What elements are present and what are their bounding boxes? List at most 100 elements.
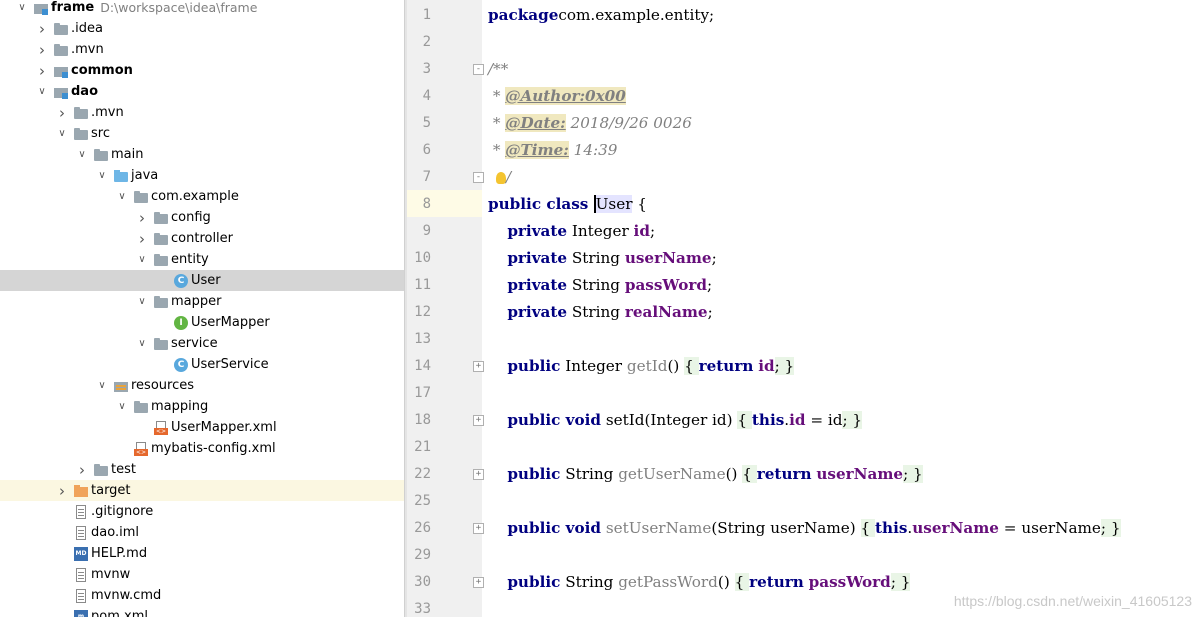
chevron-right-icon[interactable]: ›	[36, 41, 48, 59]
fold-expand-icon[interactable]: +	[473, 415, 484, 426]
tree-item[interactable]: ›mvnw	[0, 564, 404, 585]
chevron-down-icon[interactable]: ∨	[136, 338, 148, 349]
tree-item[interactable]: › controller	[0, 228, 404, 249]
tree-item[interactable]: ∨ mapping	[0, 396, 404, 417]
tree-item[interactable]: ∨ mapper	[0, 291, 404, 312]
fold-collapse-icon[interactable]: -	[473, 64, 484, 75]
code-token: 2018/9/26 0026	[565, 114, 692, 132]
chevron-down-icon[interactable]: ∨	[76, 149, 88, 160]
code-line[interactable]: * @Date: 2018/9/26 0026	[488, 110, 692, 137]
chevron-down-icon[interactable]: ∨	[56, 128, 68, 139]
folder-icon	[134, 190, 148, 204]
tree-item-label: UserMapper	[191, 315, 270, 330]
chevron-down-icon[interactable]: ∨	[116, 191, 128, 202]
chevron-right-icon[interactable]: ›	[36, 62, 48, 80]
code-line[interactable]: private String realName;	[488, 299, 712, 326]
tree-item[interactable]: › .mvn	[0, 39, 404, 60]
tree-item[interactable]: › target	[0, 480, 404, 501]
tree-item[interactable]: ∨ entity	[0, 249, 404, 270]
chevron-right-icon[interactable]: ›	[136, 230, 148, 248]
fold-expand-icon[interactable]: +	[473, 469, 484, 480]
code-token: public class	[488, 195, 594, 213]
tree-item[interactable]: ∨ src	[0, 123, 404, 144]
tree-item-label: com.example	[151, 189, 239, 204]
fold-expand-icon[interactable]: +	[473, 523, 484, 534]
code-token: return	[698, 357, 754, 375]
code-line[interactable]: /	[488, 164, 511, 191]
folder-icon	[154, 211, 168, 225]
chevron-down-icon[interactable]: ∨	[136, 296, 148, 307]
code-line[interactable]: /**	[488, 56, 508, 83]
code-line[interactable]: * @Time: 14:39	[488, 137, 617, 164]
tree-item[interactable]: ›UserMapper.xml	[0, 417, 404, 438]
lightbulb-icon[interactable]	[496, 172, 506, 184]
chevron-down-icon[interactable]: ∨	[116, 401, 128, 412]
tree-item[interactable]: › test	[0, 459, 404, 480]
code-line[interactable]: private Integer id;	[488, 218, 655, 245]
tree-item-label: .mvn	[91, 105, 124, 120]
code-token: getId	[626, 357, 668, 375]
code-line[interactable]: packagecom.example.entity;	[488, 2, 714, 29]
tree-item[interactable]: ›.gitignore	[0, 501, 404, 522]
chevron-right-icon[interactable]: ›	[56, 482, 68, 500]
code-line[interactable]: public void setId(Integer id) { this.id …	[488, 407, 863, 434]
code-token: {	[742, 465, 757, 483]
tree-item[interactable]: › config	[0, 207, 404, 228]
chevron-down-icon[interactable]: ∨	[96, 170, 108, 181]
tree-item[interactable]: ›dao.iml	[0, 522, 404, 543]
code-token: public	[507, 357, 561, 375]
code-line[interactable]: * @Author:0x00	[488, 83, 626, 110]
tree-item[interactable]: ›MDHELP.md	[0, 543, 404, 564]
chevron-right-icon[interactable]: ›	[136, 209, 148, 227]
folder-icon	[154, 337, 168, 351]
tree-item[interactable]: ∨ resources	[0, 375, 404, 396]
fold-expand-icon[interactable]: +	[473, 361, 484, 372]
code-token: ; }	[890, 573, 911, 591]
tree-item[interactable]: › common	[0, 60, 404, 81]
code-line[interactable]: private String userName;	[488, 245, 716, 272]
chevron-right-icon[interactable]: ›	[36, 20, 48, 38]
code-line[interactable]: public String getUserName() { return use…	[488, 461, 923, 488]
code-token: /	[506, 168, 512, 186]
folder-icon	[74, 106, 88, 120]
code-line[interactable]: public Integer getId() { return id; }	[488, 353, 795, 380]
chevron-down-icon[interactable]: ∨	[96, 380, 108, 391]
tree-item[interactable]: ∨ main	[0, 144, 404, 165]
chevron-down-icon[interactable]: ∨	[16, 2, 28, 13]
class-icon: C	[174, 273, 188, 288]
tree-item-label: UserMapper.xml	[171, 420, 277, 435]
tree-item[interactable]: ∨ service	[0, 333, 404, 354]
chevron-right-icon[interactable]: ›	[56, 104, 68, 122]
code-token: Integer	[560, 357, 627, 375]
tree-item[interactable]: › .idea	[0, 18, 404, 39]
fold-collapse-icon[interactable]: -	[473, 172, 484, 183]
tree-item[interactable]: ∨ dao	[0, 81, 404, 102]
tree-item[interactable]: ∨ com.example	[0, 186, 404, 207]
chevron-down-icon[interactable]: ∨	[136, 254, 148, 265]
chevron-down-icon[interactable]: ∨	[36, 86, 48, 97]
tree-item[interactable]: ∨ java	[0, 165, 404, 186]
chevron-right-icon[interactable]: ›	[76, 461, 88, 479]
code-token: String	[567, 303, 625, 321]
tree-item[interactable]: ›mybatis-config.xml	[0, 438, 404, 459]
code-line[interactable]: public class User {	[488, 191, 647, 218]
code-token: {	[737, 411, 752, 429]
tree-item[interactable]: ›IUserMapper	[0, 312, 404, 333]
code-token: String	[567, 249, 625, 267]
code-token: = userName	[998, 519, 1101, 537]
tree-item[interactable]: › .mvn	[0, 102, 404, 123]
code-token: User	[593, 195, 633, 213]
code-token: ()	[667, 357, 685, 375]
tree-item[interactable]: ›CUser	[0, 270, 404, 291]
code-line[interactable]: public String getPassWord() { return pas…	[488, 569, 911, 596]
tree-item[interactable]: ›CUserService	[0, 354, 404, 375]
interface-icon: I	[174, 315, 188, 330]
fold-expand-icon[interactable]: +	[473, 577, 484, 588]
code-token: ; }	[774, 357, 795, 375]
project-tree-panel[interactable]: ∨ frame D:\workspace\idea\frame › .idea › .mvn…	[0, 0, 404, 617]
tree-item[interactable]: ›mvnw.cmd	[0, 585, 404, 606]
tree-item[interactable]: ›mpom.xml	[0, 606, 404, 617]
tree-item[interactable]: ∨ frame D:\workspace\idea\frame	[0, 0, 404, 18]
code-line[interactable]: private String passWord;	[488, 272, 712, 299]
code-line[interactable]: public void setUserName(String userName)…	[488, 515, 1121, 542]
